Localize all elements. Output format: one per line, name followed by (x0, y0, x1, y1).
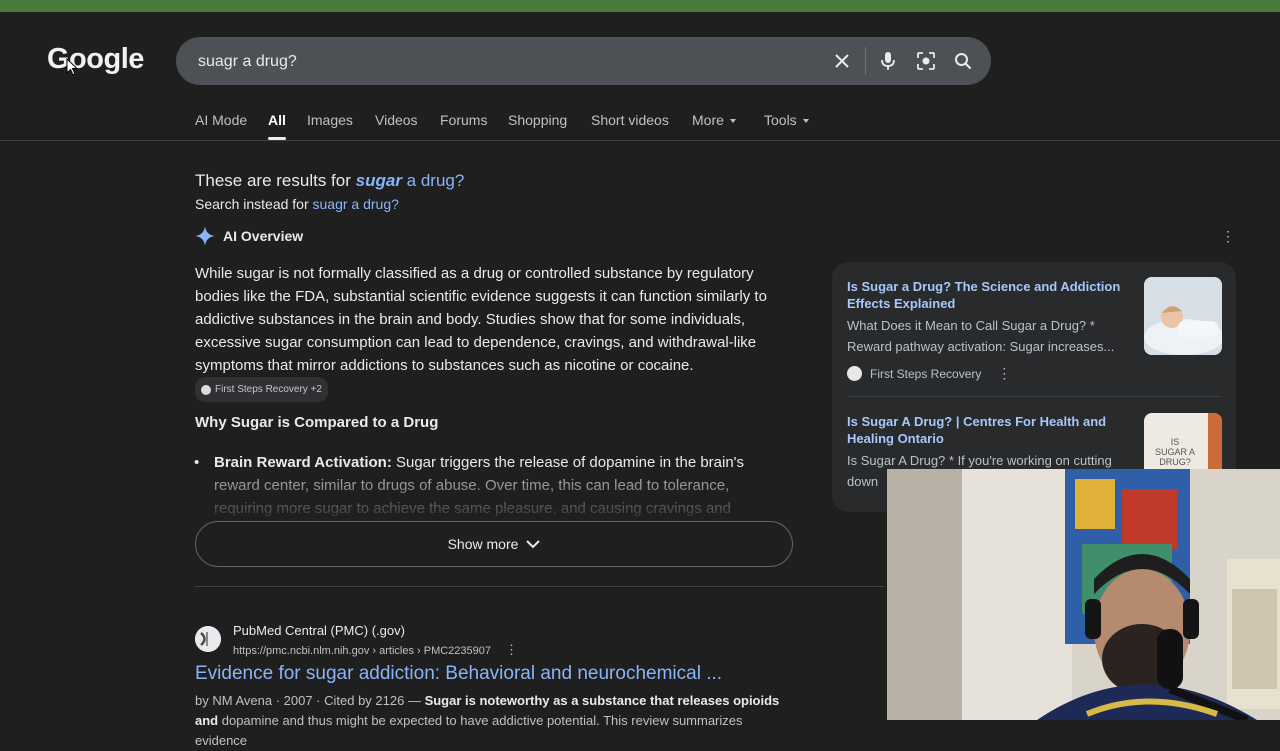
google-logo[interactable]: Google (47, 43, 144, 76)
result-meta: by NM Avena · 2007 · Cited by 2126 — (195, 693, 425, 708)
kebab-icon[interactable]: ⋮ (505, 642, 518, 657)
result-title-link[interactable]: Evidence for sugar addiction: Behavioral… (195, 663, 722, 685)
site-icon (847, 366, 862, 381)
tab-more-label: More (692, 112, 724, 128)
ai-overview-heading: Why Sugar is Compared to a Drug (195, 414, 439, 431)
caret-down-icon (802, 119, 809, 124)
ai-overview-label: AI Overview (223, 228, 304, 244)
corrected-rest: a drug? (401, 171, 465, 190)
corrected-word: sugar (355, 171, 402, 190)
kebab-icon[interactable]: ⋮ (997, 365, 1011, 382)
mic-icon[interactable] (876, 49, 900, 73)
source-card[interactable]: Is Sugar a Drug? The Science and Addicti… (832, 262, 1236, 397)
source-chip-icon (201, 384, 211, 395)
tab-more[interactable]: More (692, 112, 736, 128)
search-separator (865, 47, 866, 75)
thumbnail-text: IS SUGAR A DRUG? (1154, 437, 1195, 467)
tabs-divider (0, 140, 1280, 141)
search-instead: Search instead for suagr a drug? (195, 196, 399, 212)
caret-down-icon (729, 119, 736, 124)
search-box[interactable] (176, 37, 991, 85)
source-chip[interactable]: First Steps Recovery +2 (195, 377, 328, 402)
webcam-video-image (887, 469, 1280, 720)
source-thumbnail[interactable] (1144, 277, 1222, 355)
result-snippet: by NM Avena · 2007 · Cited by 2126 — Sug… (195, 691, 795, 751)
close-icon[interactable] (830, 49, 854, 73)
top-border (0, 0, 1280, 12)
source-site[interactable]: First Steps Recovery ⋮ (847, 365, 1011, 382)
ai-overview-paragraph: While sugar is not formally classified a… (195, 262, 795, 402)
tab-all[interactable]: All (268, 112, 286, 140)
lens-icon[interactable] (914, 49, 938, 73)
tab-images[interactable]: Images (307, 112, 353, 128)
tab-shopping[interactable]: Shopping (508, 112, 567, 128)
result-url-text: https://pmc.ncbi.nlm.nih.gov › articles … (233, 645, 492, 657)
show-more-label: Show more (447, 536, 519, 552)
result-url[interactable]: https://pmc.ncbi.nlm.nih.gov › articles … (233, 642, 518, 658)
webcam-overlay (887, 469, 1280, 720)
original-query-link[interactable]: suagr a drug? (313, 196, 399, 212)
source-snippet: What Does it Mean to Call Sugar a Drug? … (847, 318, 1115, 354)
kebab-icon[interactable]: ⋮ (1221, 228, 1235, 246)
source-site-name: First Steps Recovery (870, 366, 982, 381)
tab-ai-mode[interactable]: AI Mode (195, 112, 247, 128)
bullet-bold: Brain Reward Activation: (214, 454, 392, 471)
section-divider (195, 586, 885, 587)
tab-tools-label: Tools (764, 112, 797, 128)
tab-short-videos[interactable]: Short videos (591, 112, 669, 128)
show-more-button[interactable]: Show more (195, 521, 793, 567)
source-title[interactable]: Is Sugar a Drug? The Science and Addicti… (847, 278, 1127, 312)
result-snippet-rest: dopamine and thus might be expected to h… (195, 713, 743, 748)
sleeping-person-image (1144, 277, 1222, 355)
mouse-cursor-icon (66, 58, 78, 76)
result-site-name[interactable]: PubMed Central (PMC) (.gov) (233, 623, 405, 638)
tab-tools[interactable]: Tools (764, 112, 809, 128)
tab-forums[interactable]: Forums (440, 112, 487, 128)
chevron-down-icon (526, 540, 541, 549)
content-fade (190, 470, 810, 522)
instead-prefix: Search instead for (195, 196, 309, 212)
ai-overview-text: While sugar is not formally classified a… (195, 265, 767, 374)
search-input[interactable] (196, 49, 800, 75)
spelling-correction: These are results for sugar a drug? (195, 171, 464, 191)
site-favicon[interactable] (195, 626, 221, 652)
ai-overview-header: AI Overview (195, 226, 303, 246)
source-title[interactable]: Is Sugar A Drug? | Centres For Health an… (847, 413, 1127, 447)
sparkle-icon (195, 226, 215, 246)
tab-videos[interactable]: Videos (375, 112, 418, 128)
source-chip-label: First Steps Recovery +2 (215, 384, 322, 395)
corrected-query-link[interactable]: sugar a drug? (356, 171, 465, 190)
search-icon[interactable] (951, 49, 975, 73)
spelling-prefix: These are results for (195, 171, 351, 190)
